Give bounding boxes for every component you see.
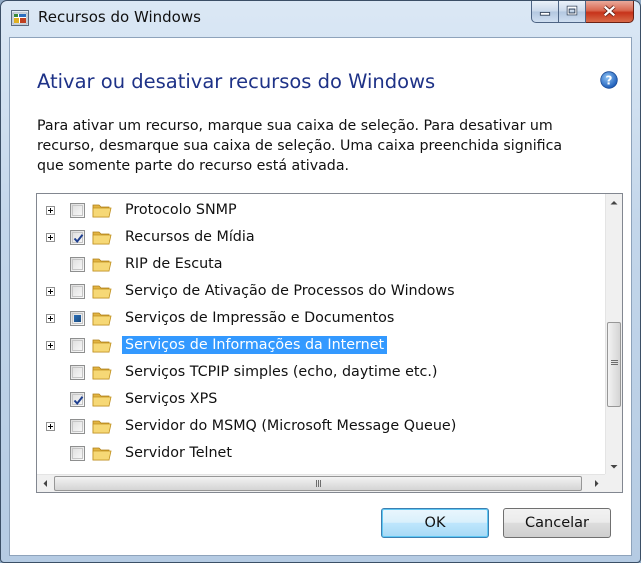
feature-checkbox[interactable] [70,257,85,272]
feature-label: Serviço de Ativação de Processos do Wind… [125,283,455,299]
feature-row[interactable]: Protocolo SNMP [37,197,605,224]
feature-row[interactable]: Serviços de Impressão e Documentos [37,305,605,332]
description-line: recurso, desmarque sua caixa de seleção.… [37,138,563,154]
folder-icon [92,258,112,272]
description-line: que somente parte do recurso está ativad… [37,158,350,174]
title-bar[interactable]: Recursos do Windows [1,1,640,37]
scroll-down-arrow-icon[interactable] [606,458,622,475]
feature-row[interactable]: Serviço de Ativação de Processos do Wind… [37,278,605,305]
expand-icon[interactable] [46,314,55,323]
feature-checkbox[interactable] [70,365,85,380]
folder-icon [92,339,112,353]
expand-icon[interactable] [46,287,55,296]
vertical-scrollbar[interactable] [605,194,622,475]
feature-label: Servidor Telnet [125,445,232,461]
feature-label: Recursos de Mídia [125,229,255,245]
folder-icon [92,420,112,434]
horizontal-scrollbar[interactable] [37,474,605,492]
feature-checkbox[interactable] [70,392,85,407]
folder-icon [92,285,112,299]
close-button[interactable] [586,1,634,23]
feature-checkbox[interactable] [70,230,85,245]
partial-fill [74,315,81,322]
feature-label: Serviços TCPIP simples (echo, daytime et… [125,364,438,380]
window-title: Recursos do Windows [38,8,201,26]
feature-checkbox[interactable] [70,446,85,461]
feature-label: Serviços de Impressão e Documentos [125,310,395,326]
horizontal-scroll-thumb[interactable] [54,476,582,491]
description-line: Para ativar um recurso, marque sua caixa… [37,118,553,134]
feature-checkbox[interactable] [70,419,85,434]
page-title: Ativar ou desativar recursos do Windows [37,70,436,93]
maximize-icon [566,5,578,16]
feature-label: RIP de Escuta [125,256,223,272]
folder-icon [92,231,112,245]
feature-label: Servidor do MSMQ (Microsoft Message Queu… [125,418,457,434]
checkmark-icon [73,396,84,406]
vertical-scroll-thumb[interactable] [607,322,621,407]
description-text: Para ativar um recurso, marque sua caixa… [37,116,622,176]
feature-checkbox[interactable] [70,284,85,299]
features-tree[interactable]: Protocolo SNMP Recursos de Mídia RIP de Es… [36,193,623,493]
help-icon[interactable]: ? [600,71,618,89]
feature-checkbox[interactable] [70,338,85,353]
scroll-right-arrow-icon[interactable] [588,475,605,492]
expand-icon[interactable] [46,233,55,242]
ok-button[interactable]: OK [381,508,489,538]
window-controls [531,1,634,23]
feature-label: Serviços XPS [125,391,218,407]
feature-row[interactable]: RIP de Escuta [37,251,605,278]
checkmark-icon [73,234,84,244]
cancel-button[interactable]: Cancelar [503,508,611,538]
feature-label: Serviços de Informações da Internet [122,336,388,354]
expand-icon[interactable] [46,422,55,431]
dialog-client-area: Ativar ou desativar recursos do Windows … [9,37,632,556]
dialog-window: Recursos do Windows Ativar ou desativar … [0,0,641,563]
folder-icon [92,366,112,380]
scroll-left-arrow-icon[interactable] [37,475,54,492]
folder-icon [92,393,112,407]
svg-text:?: ? [606,74,613,88]
windows-features-icon [11,10,29,26]
folder-icon [92,204,112,218]
feature-row[interactable]: Serviços TCPIP simples (echo, daytime et… [37,359,605,386]
minimize-button[interactable] [531,1,559,23]
feature-row[interactable]: Servidor do MSMQ (Microsoft Message Queu… [37,413,605,440]
maximize-button[interactable] [559,1,586,23]
expand-icon[interactable] [46,206,55,215]
feature-row[interactable]: Recursos de Mídia [37,224,605,251]
expand-icon[interactable] [46,341,55,350]
minimize-icon [539,11,551,16]
feature-row[interactable]: Servidor Telnet [37,440,605,467]
feature-checkbox[interactable] [70,311,85,326]
close-icon [603,5,616,17]
scrollbar-corner [605,474,622,492]
feature-label: Protocolo SNMP [125,202,237,218]
folder-icon [92,447,112,461]
features-list: Protocolo SNMP Recursos de Mídia RIP de Es… [37,197,605,467]
folder-icon [92,312,112,326]
feature-checkbox[interactable] [70,203,85,218]
feature-row[interactable]: Serviços XPS [37,386,605,413]
scroll-up-arrow-icon[interactable] [606,194,622,211]
feature-row[interactable]: Serviços de Informações da Internet [37,332,605,359]
